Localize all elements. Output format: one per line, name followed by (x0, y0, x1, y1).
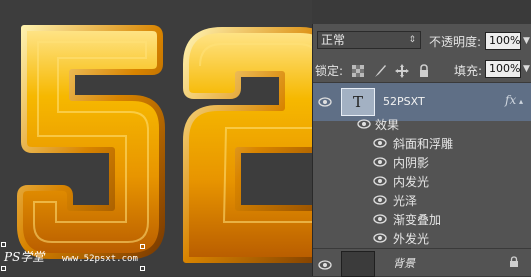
visibility-eye-icon[interactable] (373, 176, 387, 186)
blend-mode-select[interactable]: 正常 ⇕ (317, 31, 421, 49)
visibility-eye-icon[interactable] (373, 233, 387, 243)
layers-panel: 正常 ⇕ 不透明度: 100% ▼ 锁定: 填充: 100% ▼ T 52PSX… (312, 24, 531, 277)
opacity-label: 不透明度: (429, 35, 482, 49)
lock-position-icon[interactable] (395, 64, 409, 78)
effect-row[interactable]: 斜面和浮雕 (313, 133, 531, 152)
document-canvas[interactable]: PS学堂 www.52psxt.com (0, 0, 312, 276)
opacity-value: 100% (489, 34, 521, 47)
effect-row[interactable]: 外发光 (313, 228, 531, 247)
effects-label: 效果 (375, 118, 400, 132)
collapse-effects-icon[interactable]: ▴ (519, 97, 523, 106)
effect-label: 内阴影 (393, 156, 430, 170)
blend-mode-value: 正常 (321, 33, 346, 47)
layer-name[interactable]: 52PSXT (383, 95, 425, 108)
transform-handle[interactable] (140, 266, 145, 271)
effect-label: 光泽 (393, 194, 418, 208)
lock-icon (510, 256, 518, 267)
opacity-dropdown-icon[interactable]: ▼ (523, 36, 530, 46)
layer-name[interactable]: 背景 (393, 255, 415, 271)
effect-row[interactable]: 内发光 (313, 171, 531, 190)
visibility-eye-icon[interactable] (373, 214, 387, 224)
opacity-input[interactable]: 100% (485, 32, 521, 50)
effect-row[interactable]: 渐变叠加 (313, 209, 531, 228)
visibility-eye-icon[interactable] (373, 138, 387, 148)
select-arrows-icon: ⇕ (408, 35, 416, 45)
effect-row[interactable]: 内阴影 (313, 152, 531, 171)
fill-label: 填充: (454, 64, 483, 78)
text-layer-thumbnail: T (341, 88, 375, 116)
digit-2 (183, 27, 312, 263)
gold-text-artwork (17, 25, 312, 263)
transform-handle[interactable] (1, 266, 6, 271)
background-layer-thumbnail (341, 251, 375, 277)
effect-label: 外发光 (393, 232, 430, 246)
lock-label: 锁定: (315, 64, 344, 78)
lock-all-icon[interactable] (417, 64, 431, 78)
fx-icon[interactable]: fx (505, 93, 516, 107)
visibility-eye-icon[interactable] (318, 260, 332, 270)
text-layer-icon: T (352, 93, 363, 111)
lock-image-pixels-icon[interactable] (373, 64, 387, 78)
effect-label: 斜面和浮雕 (393, 137, 454, 151)
fill-value: 100% (489, 62, 521, 75)
visibility-eye-icon[interactable] (373, 157, 387, 167)
fill-input[interactable]: 100% (485, 60, 521, 78)
watermark-url: www.52psxt.com (62, 254, 138, 264)
effect-label: 渐变叠加 (393, 213, 442, 227)
effect-label: 内发光 (393, 175, 430, 189)
effect-row[interactable]: 光泽 (313, 190, 531, 209)
visibility-eye-icon[interactable] (373, 195, 387, 205)
fill-dropdown-icon[interactable]: ▼ (523, 64, 530, 74)
visibility-eye-icon[interactable] (318, 97, 332, 107)
blend-opacity-row: 正常 ⇕ 不透明度: 100% ▼ (313, 28, 531, 50)
watermark-logo: PS学堂 (4, 250, 45, 264)
transform-handle[interactable] (140, 244, 145, 249)
layer-row-background[interactable]: 背景 (313, 249, 531, 277)
effects-header: 效果 (313, 114, 531, 133)
visibility-eye-icon[interactable] (357, 119, 371, 129)
transform-handle[interactable] (1, 242, 6, 247)
lock-transparent-pixels-icon[interactable] (351, 64, 365, 78)
